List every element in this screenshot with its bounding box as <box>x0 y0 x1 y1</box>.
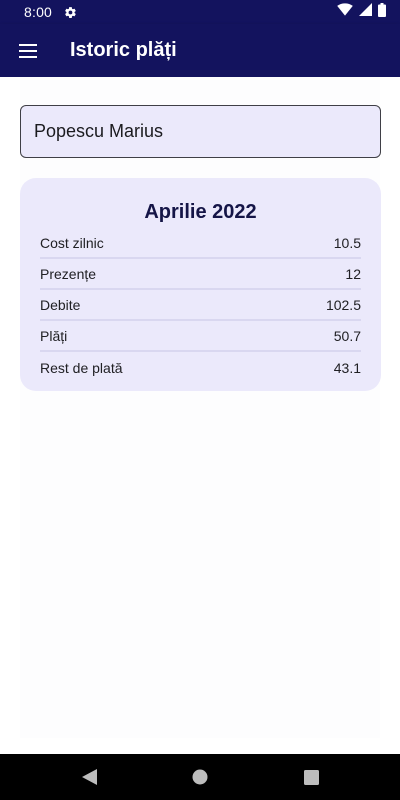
summary-row-debite: Debite 102.5 <box>40 290 361 321</box>
app-bar: Istoric plăți <box>0 24 400 77</box>
wifi-icon <box>337 3 353 21</box>
status-icons <box>337 2 386 22</box>
back-icon[interactable] <box>80 768 98 786</box>
settings-icon <box>64 6 77 19</box>
page-title: Istoric plăți <box>70 39 177 61</box>
row-label: Debite <box>40 296 81 313</box>
summary-row-rest-de-plata: Rest de plată 43.1 <box>40 352 361 383</box>
summary-rows: Cost zilnic 10.5 Prezențe 12 Debite 102.… <box>40 228 361 383</box>
row-label: Prezențe <box>40 265 97 282</box>
payment-summary-card: Aprilie 2022 Cost zilnic 10.5 Prezențe 1… <box>20 178 381 391</box>
summary-row-cost-zilnic: Cost zilnic 10.5 <box>40 228 361 259</box>
row-label: Plăți <box>40 327 68 344</box>
status-bar: 8:00 <box>0 0 400 24</box>
card-title: Aprilie 2022 <box>144 201 257 223</box>
content-panel <box>20 77 380 738</box>
home-icon[interactable] <box>191 768 209 786</box>
battery-icon <box>378 2 386 22</box>
recents-icon[interactable] <box>302 768 320 786</box>
summary-row-prezente: Prezențe 12 <box>40 259 361 290</box>
row-label: Cost zilnic <box>40 234 104 251</box>
screen: 8:00 Istoric plăți Popescu Marius Aprili… <box>0 0 400 800</box>
navigation-bar <box>0 754 400 800</box>
signal-icon <box>359 3 372 21</box>
summary-row-plati: Plăți 50.7 <box>40 321 361 352</box>
row-label: Rest de plată <box>40 359 123 376</box>
status-time: 8:00 <box>24 4 53 20</box>
row-value: 102.5 <box>325 296 361 313</box>
person-selector-value: Popescu Marius <box>34 121 164 141</box>
content-area: Popescu Marius Aprilie 2022 Cost zilnic … <box>0 77 400 754</box>
person-selector[interactable]: Popescu Marius <box>20 105 381 158</box>
row-value: 50.7 <box>333 327 361 344</box>
row-value: 10.5 <box>333 234 361 251</box>
hamburger-menu-icon[interactable] <box>0 24 56 77</box>
row-value: 43.1 <box>333 359 361 376</box>
row-value: 12 <box>345 265 361 282</box>
